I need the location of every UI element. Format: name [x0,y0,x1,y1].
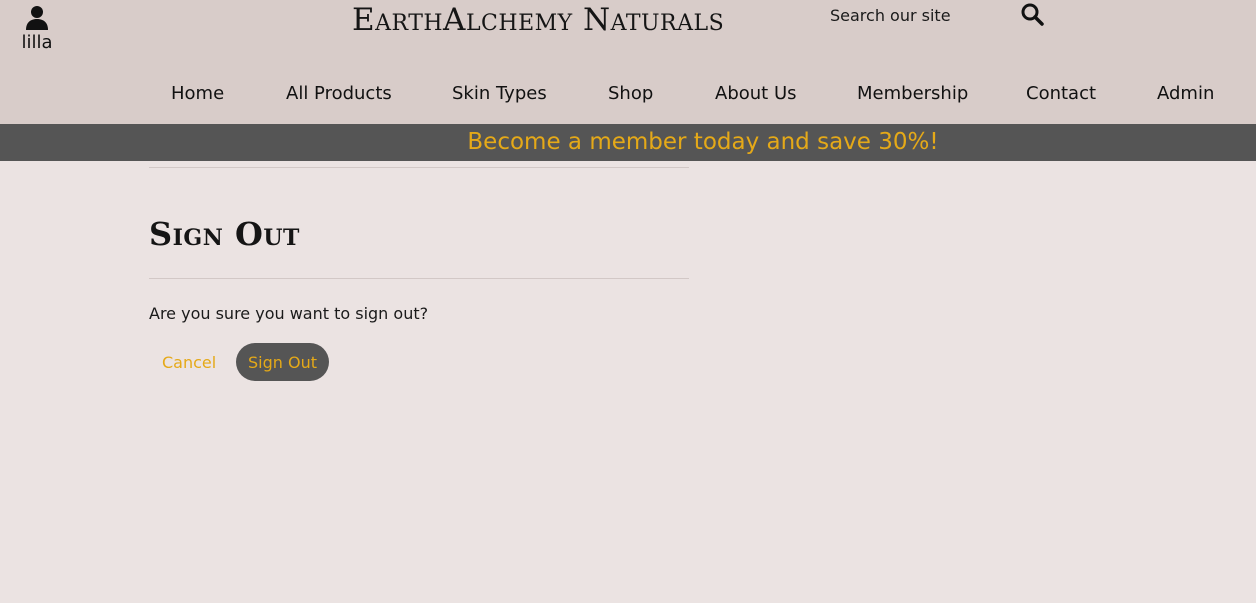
promo-banner: Become a member today and save 30%! [0,124,1256,161]
nav-all-products[interactable]: All Products [286,80,392,108]
cancel-button[interactable]: Cancel [149,343,229,381]
sign-out-button[interactable]: Sign Out [236,343,329,381]
search-icon [1021,3,1044,26]
user-icon [26,6,48,30]
nav-home[interactable]: Home [171,80,224,108]
account-menu[interactable]: lilla [14,4,60,54]
divider [149,278,689,279]
nav-membership[interactable]: Membership [857,80,968,108]
main-nav: Home All Products Skin Types Shop About … [140,80,1250,110]
page-title: Sign Out [149,215,300,253]
site-logo[interactable]: EarthAlchemy Naturals [352,0,792,40]
account-username: lilla [21,32,53,53]
nav-admin[interactable]: Admin [1157,80,1214,108]
search-button[interactable] [1018,2,1046,28]
nav-shop[interactable]: Shop [608,80,653,108]
nav-skin-types[interactable]: Skin Types [452,80,547,108]
site-header: lilla EarthAlchemy Naturals Home All Pro… [0,0,1256,124]
nav-about-us[interactable]: About Us [715,80,797,108]
search-input[interactable] [820,2,1000,28]
nav-contact[interactable]: Contact [1026,80,1096,108]
signout-question: Are you sure you want to sign out? [149,304,429,323]
divider [149,167,689,168]
